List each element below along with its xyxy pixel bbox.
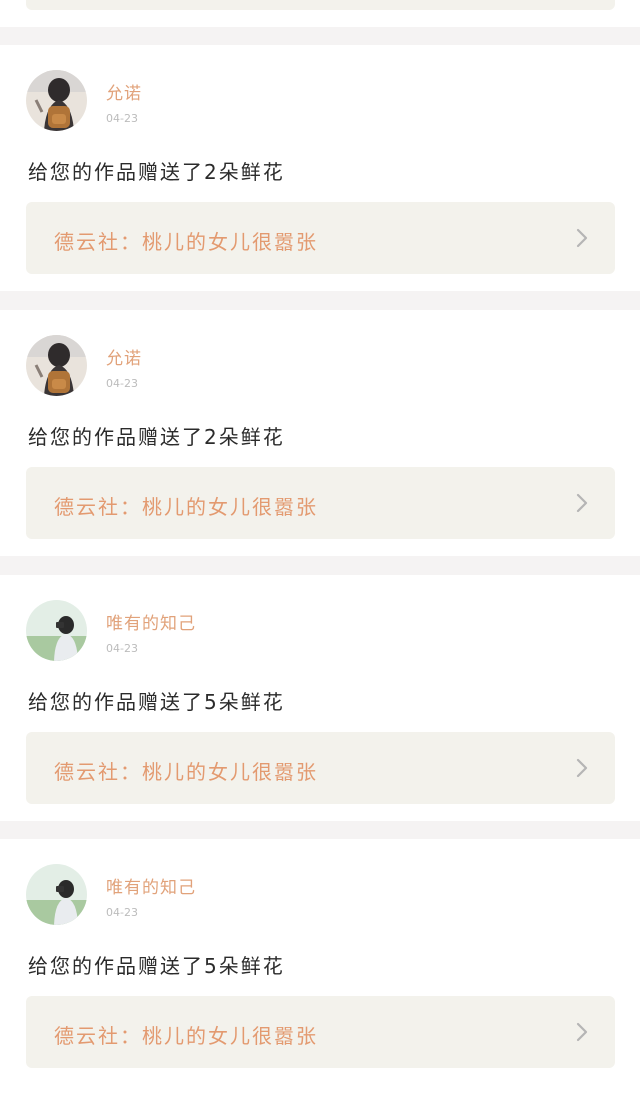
gift-message: 给您的作品赠送了2朵鲜花 — [28, 160, 285, 184]
work-title: 德云社：桃儿的女儿很嚣张 — [54, 230, 318, 254]
work-title: 德云社：桃儿的女儿很嚣张 — [54, 495, 318, 519]
timestamp: 04-23 — [106, 906, 138, 919]
work-title: 德云社：桃儿的女儿很嚣张 — [54, 1024, 318, 1048]
work-link[interactable]: 德云社：桃儿的女儿很嚣张 — [26, 996, 615, 1068]
previous-card-partial — [0, 0, 640, 27]
username[interactable]: 允诺 — [106, 79, 142, 104]
girl-with-camera-avatar-image — [26, 600, 87, 661]
avatar[interactable] — [26, 335, 87, 396]
username[interactable]: 唯有的知己 — [106, 609, 196, 634]
timestamp: 04-23 — [106, 642, 138, 655]
gift-message: 给您的作品赠送了5朵鲜花 — [28, 954, 285, 978]
girl-with-backpack-avatar-image — [26, 335, 87, 396]
girl-with-backpack-avatar-image — [26, 70, 87, 131]
gift-notification-card: 允诺 04-23 给您的作品赠送了2朵鲜花 德云社：桃儿的女儿很嚣张 — [0, 310, 640, 556]
chevron-right-icon — [575, 1022, 589, 1042]
chevron-right-icon — [575, 228, 589, 248]
previous-work-link-partial[interactable] — [26, 0, 615, 10]
gift-notification-feed: 允诺 04-23 给您的作品赠送了2朵鲜花 德云社：桃儿的女儿很嚣张 允诺 04… — [0, 0, 640, 1095]
gift-notification-card: 允诺 04-23 给您的作品赠送了2朵鲜花 德云社：桃儿的女儿很嚣张 — [0, 45, 640, 291]
timestamp: 04-23 — [106, 377, 138, 390]
work-link[interactable]: 德云社：桃儿的女儿很嚣张 — [26, 732, 615, 804]
username[interactable]: 允诺 — [106, 344, 142, 369]
work-link[interactable]: 德云社：桃儿的女儿很嚣张 — [26, 467, 615, 539]
girl-with-camera-avatar-image — [26, 864, 87, 925]
gift-message: 给您的作品赠送了5朵鲜花 — [28, 690, 285, 714]
timestamp: 04-23 — [106, 112, 138, 125]
avatar[interactable] — [26, 864, 87, 925]
chevron-right-icon — [575, 758, 589, 778]
work-title: 德云社：桃儿的女儿很嚣张 — [54, 760, 318, 784]
chevron-right-icon — [575, 493, 589, 513]
gift-notification-card: 唯有的知己 04-23 给您的作品赠送了5朵鲜花 德云社：桃儿的女儿很嚣张 — [0, 575, 640, 821]
gift-message: 给您的作品赠送了2朵鲜花 — [28, 425, 285, 449]
avatar[interactable] — [26, 70, 87, 131]
avatar[interactable] — [26, 600, 87, 661]
work-link[interactable]: 德云社：桃儿的女儿很嚣张 — [26, 202, 615, 274]
next-card-partial — [0, 1085, 640, 1095]
username[interactable]: 唯有的知己 — [106, 873, 196, 898]
gift-notification-card: 唯有的知己 04-23 给您的作品赠送了5朵鲜花 德云社：桃儿的女儿很嚣张 — [0, 839, 640, 1085]
